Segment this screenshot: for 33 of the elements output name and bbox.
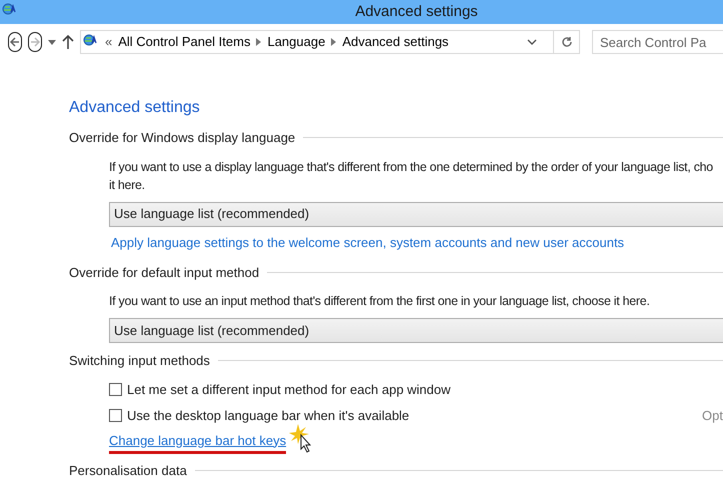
- forward-button[interactable]: [28, 32, 42, 52]
- back-button[interactable]: [8, 32, 22, 52]
- options-link[interactable]: Opt: [702, 406, 723, 426]
- breadcrumb-separator: «: [105, 33, 112, 52]
- breadcrumb-item[interactable]: All Control Panel Items: [118, 32, 250, 52]
- refresh-icon: [560, 36, 572, 48]
- language-dropdown[interactable]: Use language list (recommended): [109, 202, 723, 226]
- up-button[interactable]: [62, 34, 74, 50]
- search-field[interactable]: Search Control Pa: [592, 30, 723, 54]
- chevron-down-icon: [527, 39, 537, 45]
- chevron-right-icon: [331, 38, 336, 46]
- breadcrumb-item[interactable]: Advanced settings: [342, 32, 449, 52]
- section-header: Override for default input method: [69, 264, 260, 282]
- breadcrumb-item[interactable]: Language: [267, 32, 326, 52]
- arrow-icon: [29, 36, 41, 48]
- chevron-right-icon: [256, 38, 262, 46]
- description-text: If you want to use an input method that's different from the first one in your language list, choose it here.: [109, 293, 651, 310]
- checkbox[interactable]: [109, 383, 122, 396]
- settings-link[interactable]: Apply language settings to the welcome screen, system accounts and new user accounts: [109, 234, 624, 250]
- section-header: Override for Windows display language: [69, 129, 296, 147]
- arrow-icon: [9, 36, 21, 48]
- settings-link[interactable]: Change language bar hot keys: [109, 432, 286, 454]
- language-dropdown[interactable]: Use language list (recommended): [109, 318, 723, 343]
- description-text: If you want to use a display language that's different from the one determined by the order of your language list, cho: [109, 158, 713, 176]
- page-heading: Advanced settings: [69, 98, 201, 118]
- window-title: Advanced settings: [354, 2, 478, 22]
- description-text: it here.: [109, 176, 145, 194]
- checkbox[interactable]: [109, 409, 122, 422]
- section-header: Personalisation data: [69, 462, 187, 480]
- section-header: Switching input methods: [69, 352, 210, 370]
- checkbox-label[interactable]: Use the desktop language bar when it's available: [127, 406, 410, 426]
- address-bar[interactable]: « All Control Panel Items Language Advanced settings: [80, 30, 580, 54]
- checkbox-label[interactable]: Let me set a different input method for each app window: [127, 380, 451, 400]
